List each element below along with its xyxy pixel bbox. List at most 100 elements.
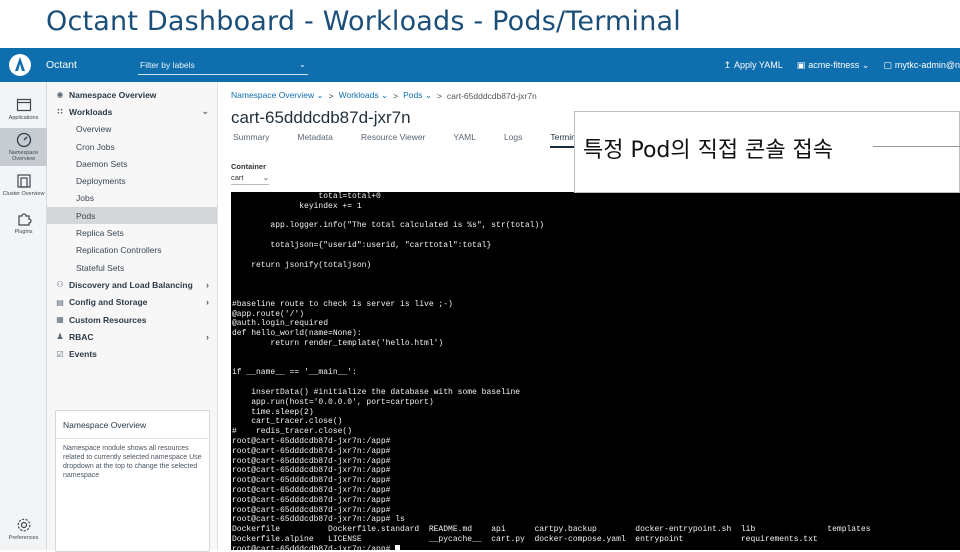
breadcrumb-separator: >	[393, 90, 399, 101]
terminal-line: root@cart-65dddcdb87d-jxr7n:/app# ls	[232, 515, 405, 525]
callout-text: 특정 Pod의 직접 콘솔 접속	[583, 138, 834, 163]
puzzle-icon	[17, 213, 32, 226]
context-selector[interactable]: ▢ mytkc-admin@n	[883, 60, 960, 71]
apply-yaml-button[interactable]: ↥ Apply YAML	[723, 60, 782, 71]
nav-item-replica-sets[interactable]: Replica Sets	[47, 224, 217, 241]
label-filter-placeholder: Filter by labels	[140, 59, 195, 70]
rail-preferences[interactable]: Preferences	[0, 510, 47, 548]
nav-discovery-label: Discovery and Load Balancing	[69, 279, 193, 290]
label-filter-input[interactable]: Filter by labels ⌄	[138, 55, 308, 75]
nav-item-cron-jobs[interactable]: Cron Jobs	[47, 138, 217, 155]
octant-logo-icon[interactable]	[0, 48, 40, 82]
terminal-line: app.logger.info("The total calculated is…	[232, 221, 545, 231]
chevron-right-icon: ›	[206, 297, 209, 308]
context-icon: ▢	[883, 59, 892, 70]
upload-icon: ↥	[723, 59, 732, 70]
terminal-line: Dockerfile.alpine LICENSE __pycache__ ca…	[232, 534, 818, 544]
chevron-right-icon: ›	[206, 279, 209, 290]
chevron-down-icon: ⌄	[298, 59, 306, 69]
nav-discovery[interactable]: ⚇ Discovery and Load Balancing ›	[47, 276, 217, 293]
nav-item-deployments[interactable]: Deployments	[47, 172, 217, 189]
namespace-help-title: Namespace Overview	[56, 411, 209, 439]
rail-namespace-label: Namespace Overview	[8, 150, 39, 162]
breadcrumb-label: Pods	[403, 90, 423, 100]
namespace-icon: ▣	[796, 59, 806, 70]
breadcrumb-namespace-overview[interactable]: Namespace Overview ⌄	[231, 90, 324, 101]
users-icon: ♟	[56, 332, 64, 342]
container-select[interactable]: cart ⌄	[231, 173, 269, 185]
tab-summary[interactable]: Summary	[233, 132, 269, 148]
tab-bar: Summary Metadata Resource Viewer YAML Lo…	[233, 132, 583, 148]
terminal-line: insertData() #initialize the database wi…	[232, 387, 521, 397]
namespace-selector[interactable]: ▣ acme-fitness ⌄	[797, 60, 870, 71]
chevron-down-icon: ⌄	[316, 90, 324, 100]
rail-plugins-label: Plugins	[14, 229, 33, 235]
nav-item-overview[interactable]: Overview	[47, 121, 217, 138]
terminal-line: # redis_tracer.close()	[232, 427, 353, 437]
terminal-line: root@cart-65dddcdb87d-jxr7n:/app#	[232, 544, 960, 550]
nav-custom-label: Custom Resources	[69, 314, 147, 325]
nav-workloads[interactable]: ∷ Workloads ⌄	[47, 103, 217, 120]
nav-workloads-label: Workloads	[69, 106, 113, 117]
nav-item-daemon-sets[interactable]: Daemon Sets	[47, 155, 217, 172]
context-label: mytkc-admin@n	[894, 59, 960, 70]
terminal-line: @auth.login_required	[232, 319, 329, 329]
namespace-help-body: Namespace module shows all resources rel…	[63, 445, 202, 479]
rail-cluster-label: Cluster Overview	[2, 191, 45, 197]
terminal-output[interactable]: total=total+0 keyindex += 1 app.logger.i…	[231, 192, 960, 550]
breadcrumb-label: Namespace Overview	[231, 90, 315, 100]
terminal-cursor	[395, 544, 401, 550]
tab-metadata[interactable]: Metadata	[297, 132, 332, 148]
terminal-line: total=total+0	[232, 192, 381, 201]
nav-item-label: Replica Sets	[76, 228, 124, 239]
nav-events[interactable]: ☑ Events	[47, 345, 217, 362]
chevron-down-icon: ⌄	[262, 173, 269, 182]
breadcrumb-pods[interactable]: Pods ⌄	[403, 90, 432, 101]
rail-namespace-overview[interactable]: Namespace Overview	[0, 128, 47, 166]
breadcrumb-workloads[interactable]: Workloads ⌄	[339, 90, 389, 101]
nav-custom-resources[interactable]: ▦ Custom Resources	[47, 311, 217, 328]
terminal-line: totaljson={"userid":userid, "carttotal":…	[232, 240, 492, 250]
terminal-line: keyindex += 1	[232, 201, 362, 211]
nav-rbac[interactable]: ♟ RBAC ›	[47, 328, 217, 345]
left-rail: Applications Namespace Overview Cluster …	[0, 82, 47, 550]
nav-item-stateful-sets[interactable]: Stateful Sets	[47, 259, 217, 276]
breadcrumb: Namespace Overview ⌄ > Workloads ⌄ > Pod…	[231, 90, 537, 101]
nav-item-pods[interactable]: Pods	[47, 207, 217, 225]
nav-config[interactable]: ▤ Config and Storage ›	[47, 294, 217, 311]
terminal-line: Dockerfile Dockerfile.standard README.md…	[232, 525, 871, 535]
chevron-down-icon: ⌄	[424, 90, 432, 100]
rail-applications[interactable]: Applications	[0, 90, 47, 128]
nav-item-jobs[interactable]: Jobs	[47, 190, 217, 207]
tab-resource-viewer[interactable]: Resource Viewer	[361, 132, 426, 148]
nav-item-label: Deployments	[76, 176, 126, 187]
annotation-callout: 특정 Pod의 직접 콘솔 접속	[574, 111, 960, 193]
breadcrumb-separator: >	[436, 90, 442, 101]
chevron-down-icon: ⌄	[201, 106, 209, 117]
breadcrumb-separator: >	[328, 90, 334, 101]
tab-logs[interactable]: Logs	[504, 132, 522, 148]
rail-cluster-overview[interactable]: Cluster Overview	[0, 166, 47, 204]
rail-preferences-label: Preferences	[8, 535, 39, 541]
nav-events-label: Events	[69, 349, 97, 360]
nav-item-label: Jobs	[76, 193, 94, 204]
tab-yaml[interactable]: YAML	[453, 132, 476, 148]
applications-icon	[16, 98, 31, 112]
grid-icon: ∷	[57, 107, 63, 117]
terminal-line: root@cart-65dddcdb87d-jxr7n:/app#	[232, 456, 391, 466]
nav-item-label: Overview	[76, 124, 112, 135]
storage-icon: ▤	[56, 297, 64, 307]
rail-plugins[interactable]: Plugins	[0, 204, 47, 242]
terminal-line: @app.route('/')	[232, 309, 305, 319]
nav-item-replication-controllers[interactable]: Replication Controllers	[47, 242, 217, 259]
nav-namespace-overview[interactable]: ◉ Namespace Overview	[47, 86, 217, 103]
dashboard-icon	[16, 132, 31, 148]
network-icon: ⚇	[56, 280, 64, 290]
